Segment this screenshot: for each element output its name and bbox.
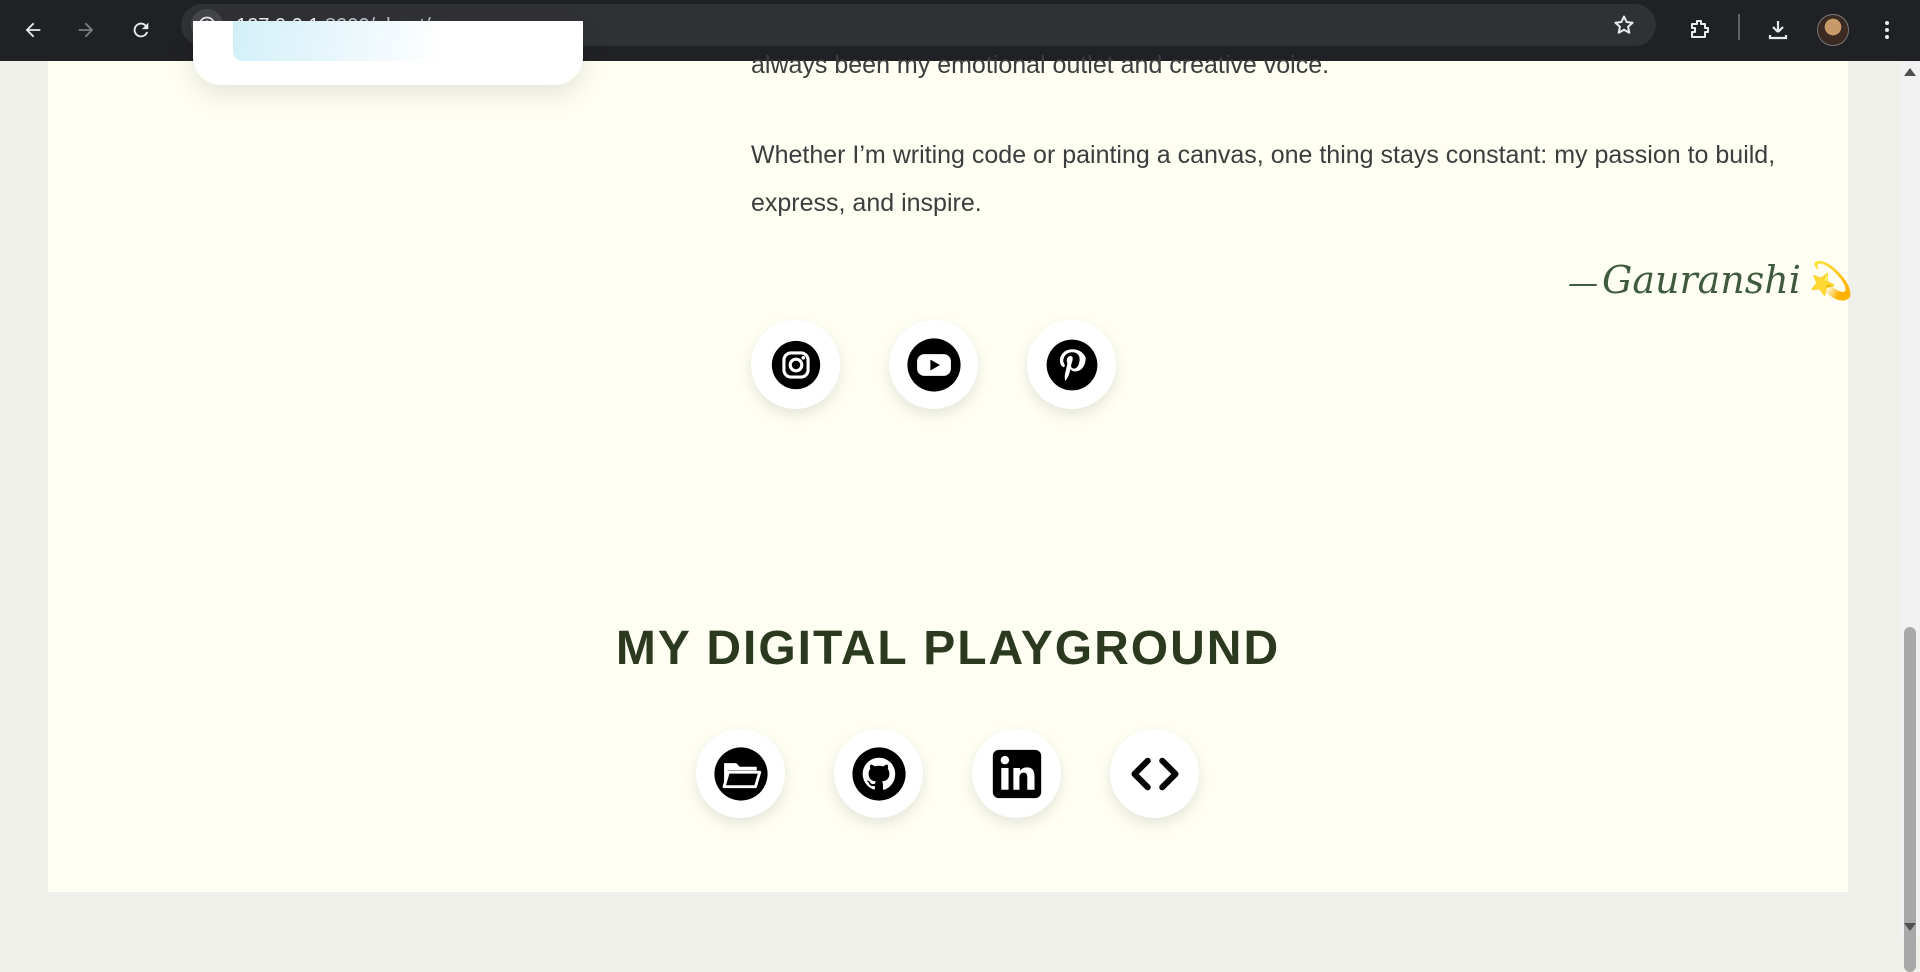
vertical-scrollbar[interactable] bbox=[1900, 61, 1920, 972]
reload-icon bbox=[133, 22, 149, 38]
linkedin-link[interactable] bbox=[972, 729, 1061, 818]
about-paragraph: Whether I’m writing code or painting a c… bbox=[751, 141, 1776, 217]
reload-button[interactable] bbox=[121, 10, 161, 50]
watercolor-image bbox=[233, 21, 533, 61]
dizzy-emoji: 💫 bbox=[1808, 261, 1854, 302]
playground-links bbox=[696, 729, 1199, 818]
portfolio-link[interactable] bbox=[696, 729, 785, 818]
back-arrow-icon bbox=[25, 22, 41, 38]
signature-name: Gauranshi bbox=[1602, 258, 1801, 302]
extensions-icon bbox=[1691, 20, 1709, 38]
pinterest-icon bbox=[1046, 339, 1097, 390]
scroll-up-arrow-icon[interactable] bbox=[1904, 68, 1916, 76]
bookmark-button[interactable] bbox=[1612, 13, 1636, 42]
profile-button[interactable] bbox=[1813, 10, 1853, 50]
extensions-button[interactable] bbox=[1679, 10, 1719, 50]
about-page: always been my emotional outlet and crea… bbox=[48, 21, 1854, 892]
profile-avatar bbox=[1817, 14, 1849, 46]
signature-dash: — bbox=[1568, 266, 1598, 301]
social-links bbox=[751, 320, 1116, 409]
signature: — Gauranshi 💫 bbox=[1568, 258, 1854, 302]
pinterest-link[interactable] bbox=[1027, 320, 1116, 409]
toolbar-divider bbox=[1738, 14, 1740, 40]
more-menu-button[interactable] bbox=[1867, 10, 1907, 50]
youtube-icon bbox=[906, 337, 961, 392]
instagram-link[interactable] bbox=[751, 320, 840, 409]
more-menu-icon bbox=[1885, 21, 1889, 39]
forward-arrow-icon bbox=[78, 22, 94, 38]
playground-title: MY DIGITAL PLAYGROUND bbox=[615, 622, 1281, 675]
youtube-link[interactable] bbox=[889, 320, 978, 409]
scroll-thumb[interactable] bbox=[1904, 627, 1916, 972]
code-icon bbox=[1130, 757, 1179, 790]
instagram-icon bbox=[771, 340, 820, 389]
github-link[interactable] bbox=[834, 729, 923, 818]
back-button[interactable] bbox=[13, 10, 53, 50]
download-button[interactable] bbox=[1758, 10, 1798, 50]
code-link[interactable] bbox=[1110, 729, 1199, 818]
github-icon bbox=[851, 746, 906, 801]
download-icon bbox=[1768, 21, 1788, 40]
bookmark-star-icon bbox=[1614, 15, 1634, 34]
forward-button[interactable] bbox=[66, 10, 106, 50]
about-text-partial: always been my emotional outlet and crea… bbox=[751, 51, 1330, 79]
folder-icon bbox=[713, 746, 768, 801]
linkedin-icon bbox=[992, 749, 1041, 798]
profile-image-card bbox=[193, 21, 583, 85]
scroll-down-arrow-icon[interactable] bbox=[1904, 923, 1916, 931]
